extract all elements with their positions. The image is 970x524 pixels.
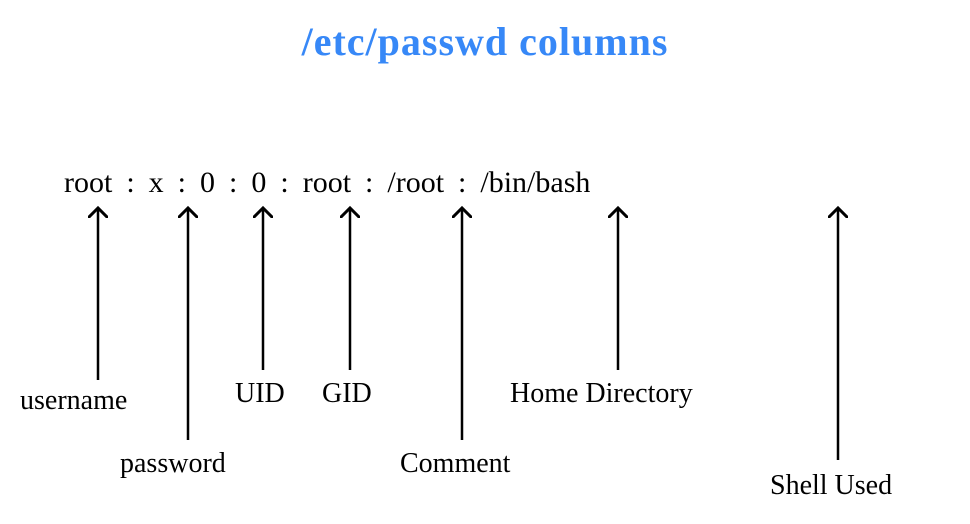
- separator: :: [178, 166, 186, 200]
- separator: :: [458, 166, 466, 200]
- field-comment: root: [303, 166, 351, 200]
- label-username: username: [20, 385, 127, 417]
- separator: :: [229, 166, 237, 200]
- field-gid: 0: [251, 166, 266, 200]
- label-gid: GID: [322, 378, 372, 410]
- label-home: Home Directory: [510, 378, 693, 410]
- field-username: root: [64, 166, 112, 200]
- field-password: x: [149, 166, 164, 200]
- field-uid: 0: [200, 166, 215, 200]
- separator: :: [126, 166, 134, 200]
- arrows-layer: [0, 0, 970, 524]
- field-home: /root: [387, 166, 444, 200]
- diagram-title: /etc/passwd columns: [0, 18, 970, 65]
- label-shell: Shell Used: [770, 470, 892, 502]
- field-shell: /bin/bash: [480, 166, 590, 200]
- label-uid: UID: [235, 378, 285, 410]
- label-password: password: [120, 448, 226, 480]
- passwd-entry-line: root : x : 0 : 0 : root : /root : /bin/b…: [64, 166, 938, 200]
- separator: :: [280, 166, 288, 200]
- separator: :: [365, 166, 373, 200]
- label-comment: Comment: [400, 448, 510, 480]
